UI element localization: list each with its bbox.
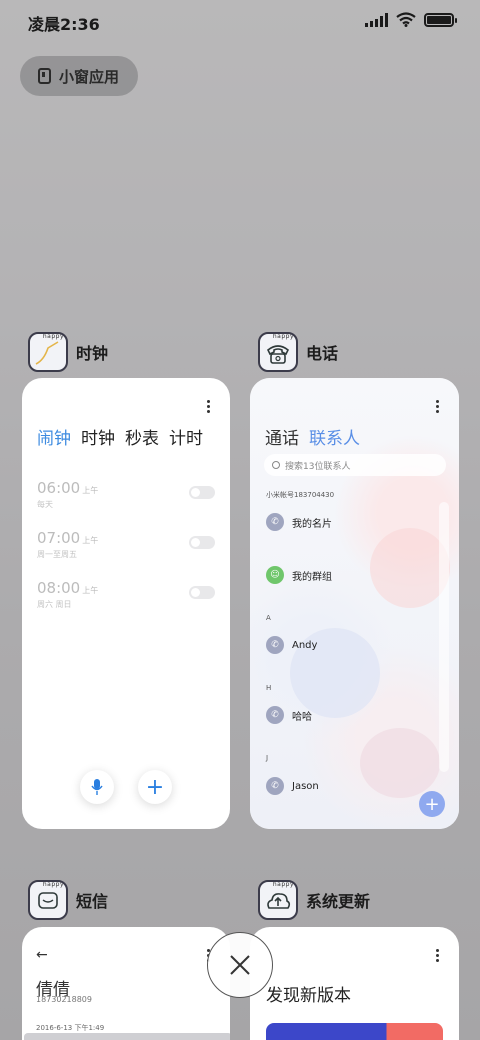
- tab-calls[interactable]: 通话: [265, 424, 299, 449]
- signal-icon: [365, 12, 388, 27]
- message-bubble[interactable]: [24, 1033, 230, 1040]
- update-banner: [266, 1023, 443, 1040]
- alphabet-index-bar[interactable]: [439, 502, 449, 772]
- alarm-toggle[interactable]: [189, 486, 215, 499]
- alarm-ampm: 上午: [82, 586, 99, 595]
- plus-icon: +: [424, 793, 440, 815]
- clock-app-icon: happy: [28, 332, 68, 372]
- alarm-time: 07:00: [37, 529, 81, 547]
- tab-stopwatch[interactable]: 秒表: [125, 424, 159, 449]
- floating-window-label: 小窗应用: [59, 67, 120, 86]
- clock-app-name: 时钟: [76, 344, 109, 363]
- update-app-header[interactable]: happy 系统更新: [258, 880, 370, 920]
- alarm-time: 08:00: [37, 579, 81, 597]
- phone-avatar-icon: ✆: [266, 513, 284, 531]
- alarm-time: 06:00: [37, 479, 81, 497]
- phone-avatar-icon: ✆: [266, 636, 284, 654]
- contacts-app-card[interactable]: 通话 联系人 搜索13位联系人 小米帐号183704430 ✆ 我的名片 ☺ 我…: [250, 378, 459, 829]
- contact-item[interactable]: ✆ Andy: [266, 636, 317, 654]
- my-card-item[interactable]: ✆ 我的名片: [266, 513, 332, 531]
- contact-name: 我的群组: [292, 571, 332, 583]
- contact-name: 我的名片: [292, 518, 332, 530]
- status-bar: 凌晨2:36: [0, 0, 480, 42]
- wifi-icon: [396, 12, 416, 27]
- phone-avatar-icon: ✆: [266, 706, 284, 724]
- contact-name: Andy: [292, 639, 318, 651]
- battery-icon: [424, 12, 457, 27]
- more-options-icon[interactable]: [436, 400, 439, 413]
- update-app-name: 系统更新: [306, 892, 371, 911]
- alarm-ampm: 上午: [82, 536, 99, 545]
- alarm-toggle[interactable]: [189, 586, 215, 599]
- sms-app-icon: happy: [28, 880, 68, 920]
- tab-contacts[interactable]: 联系人: [309, 424, 360, 449]
- more-options-icon[interactable]: [436, 949, 439, 962]
- section-letter: J: [266, 754, 269, 762]
- sms-app-header[interactable]: happy 短信: [28, 880, 108, 920]
- alarm-item[interactable]: 08:00 上午 周六 周日: [37, 578, 215, 622]
- alarm-repeat: 周六 周日: [37, 600, 72, 609]
- contact-name: Jason: [292, 780, 319, 792]
- clock-tabs: 闹钟 时钟 秒表 计时: [37, 424, 203, 449]
- decorative-character-art: [370, 528, 450, 608]
- update-app-icon: happy: [258, 880, 298, 920]
- sms-contact-number: 18730218809: [36, 995, 92, 1004]
- add-contact-button[interactable]: +: [419, 791, 445, 817]
- group-avatar-icon: ☺: [266, 566, 284, 584]
- floating-window-apps-button[interactable]: 小窗应用: [20, 56, 138, 96]
- tab-timer[interactable]: 计时: [169, 424, 203, 449]
- back-arrow-icon[interactable]: ←: [36, 947, 48, 963]
- account-label[interactable]: 小米帐号183704430: [266, 490, 334, 500]
- sms-app-name: 短信: [76, 892, 109, 911]
- voice-alarm-button[interactable]: [80, 770, 114, 804]
- contact-tabs: 通话 联系人: [265, 424, 360, 449]
- clock-app-header[interactable]: happy 时钟: [28, 332, 108, 372]
- plus-icon: +: [145, 774, 165, 800]
- tab-clock[interactable]: 时钟: [81, 424, 115, 449]
- search-placeholder: 搜索13位联系人: [285, 461, 351, 472]
- update-title: 发现新版本: [266, 986, 351, 1006]
- alarm-repeat: 周一至周五: [37, 550, 77, 559]
- status-time: 凌晨2:36: [28, 15, 100, 34]
- contact-item[interactable]: ✆ Jason: [266, 777, 319, 795]
- section-letter: H: [266, 684, 272, 692]
- alarm-item[interactable]: 07:00 上午 周一至周五: [37, 528, 215, 572]
- section-letter: A: [266, 614, 271, 622]
- clock-app-card[interactable]: 闹钟 时钟 秒表 计时 06:00 上午 每天 07:00 上午 周一至周五 08:…: [22, 378, 230, 829]
- close-icon: [230, 955, 250, 975]
- sms-app-card[interactable]: ← 倩倩 18730218809 2016-6-13 下午1:49: [22, 927, 230, 1040]
- contact-item[interactable]: ✆ 哈哈: [266, 706, 312, 724]
- alarm-toggle[interactable]: [189, 536, 215, 549]
- alarm-item[interactable]: 06:00 上午 每天: [37, 478, 215, 522]
- sms-date: 2016-6-13 下午1:49: [36, 1024, 105, 1032]
- microphone-icon: [91, 779, 103, 795]
- contact-name: 哈哈: [292, 711, 312, 723]
- contact-search-input[interactable]: 搜索13位联系人: [264, 454, 446, 476]
- clear-all-button[interactable]: [207, 932, 273, 998]
- status-icons: [365, 12, 457, 27]
- alarm-repeat: 每天: [37, 500, 53, 509]
- my-groups-item[interactable]: ☺ 我的群组: [266, 566, 332, 584]
- small-window-icon: [38, 68, 51, 84]
- phone-app-header[interactable]: happy 电话: [258, 332, 338, 372]
- phone-app-icon: happy: [258, 332, 298, 372]
- alarm-ampm: 上午: [82, 486, 99, 495]
- more-options-icon[interactable]: [207, 400, 210, 413]
- update-app-card[interactable]: 发现新版本: [250, 927, 459, 1040]
- tab-alarm[interactable]: 闹钟: [37, 424, 71, 449]
- phone-app-name: 电话: [306, 344, 339, 363]
- decorative-character-art: [360, 728, 440, 798]
- search-icon: [272, 461, 280, 469]
- add-alarm-button[interactable]: +: [138, 770, 172, 804]
- phone-avatar-icon: ✆: [266, 777, 284, 795]
